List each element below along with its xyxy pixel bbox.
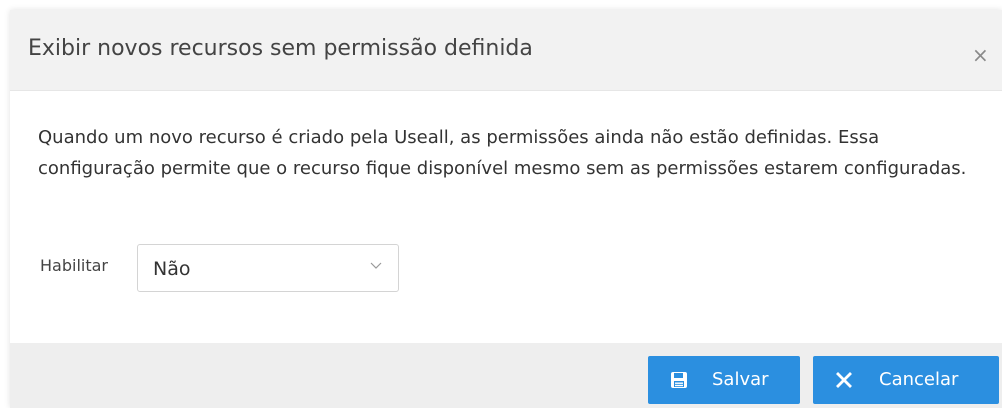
close-icon [836, 372, 852, 388]
save-button-label: Salvar [712, 369, 769, 390]
screen: Exibir novos recursos sem permissão defi… [0, 0, 1002, 408]
modal-header: Exibir novos recursos sem permissão defi… [10, 10, 1002, 91]
modal-body: Quando um novo recurso é criado pela Use… [10, 91, 1002, 343]
cancel-button[interactable]: Cancelar [813, 356, 999, 404]
habilitar-label: Habilitar [40, 256, 108, 275]
close-icon: × [972, 43, 989, 67]
save-button[interactable]: Salvar [648, 356, 800, 404]
close-button[interactable]: × [972, 40, 1002, 70]
chevron-down-icon [370, 262, 382, 269]
select-value: Não [153, 258, 191, 280]
modal-dialog: Exibir novos recursos sem permissão defi… [10, 10, 1002, 408]
description-text: Quando um novo recurso é criado pela Use… [38, 127, 967, 179]
cancel-button-label: Cancelar [879, 369, 959, 390]
modal-footer: Salvar Cancelar [10, 343, 1002, 408]
save-icon [671, 372, 687, 388]
modal-title: Exibir novos recursos sem permissão defi… [28, 36, 533, 61]
habilitar-select[interactable]: Não [137, 244, 399, 292]
